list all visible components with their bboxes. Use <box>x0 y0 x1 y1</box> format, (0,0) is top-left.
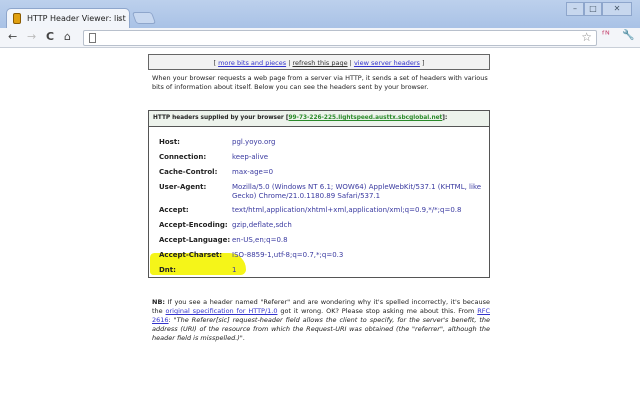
link-server-headers[interactable]: view server headers <box>354 59 420 67</box>
rfc-quote: "The Referer[sic] request-header field a… <box>152 316 490 342</box>
header-row: Accept-Language: en-US,en;q=0.8 <box>159 236 482 245</box>
nb-note: NB: If you see a header named "Referer" … <box>152 298 490 343</box>
header-value: keep-alive <box>232 153 269 161</box>
new-tab-button[interactable] <box>131 12 157 24</box>
header-row: User-Agent: Mozilla/5.0 (Windows NT 6.1; … <box>159 183 482 200</box>
header-value: ISO-8859-1,utf-8;q=0.7,*;q=0.3 <box>232 251 344 259</box>
forward-icon[interactable]: → <box>27 30 36 43</box>
link-refresh[interactable]: refresh this page <box>292 59 347 67</box>
header-name: Accept-Language: <box>159 236 231 244</box>
header-row: Host: pgl.yoyo.org <box>159 138 482 147</box>
minimize-button[interactable]: – <box>566 2 584 16</box>
links-bar: [ more bits and pieces | refresh this pa… <box>148 54 490 70</box>
page-icon <box>89 33 96 43</box>
title-bar: HTTP Header Viewer: list b × – □ ✕ <box>0 0 640 29</box>
back-icon[interactable]: ← <box>8 30 17 43</box>
header-name: Dnt: <box>159 266 176 274</box>
header-value: max-age=0 <box>232 168 274 176</box>
link-more-bits[interactable]: more bits and pieces <box>218 59 286 67</box>
header-value: gzip,deflate,sdch <box>232 221 292 229</box>
header-row: Cache-Control: max-age=0 <box>159 168 482 177</box>
tab-close-icon[interactable]: × <box>116 14 123 23</box>
separator: | <box>349 59 352 67</box>
header-value: Mozilla/5.0 (Windows NT 6.1; WOW64) Appl… <box>232 183 482 200</box>
nb-text: . <box>242 334 245 342</box>
link-http10-spec[interactable]: original specification for HTTP/1.0 <box>166 307 278 315</box>
client-host[interactable]: 99-73-226-225.lightspeed.austtx.sbcgloba… <box>288 115 442 121</box>
home-icon[interactable]: ⌂ <box>64 30 71 43</box>
header-name: User-Agent: <box>159 183 207 191</box>
header-name: Cache-Control: <box>159 168 218 176</box>
title-text: HTTP headers supplied by your browser <box>153 115 284 121</box>
header-value: en-US,en;q=0.8 <box>232 236 288 244</box>
address-bar[interactable]: ☆ <box>83 30 597 46</box>
tab-title: HTTP Header Viewer: list b <box>27 14 130 23</box>
extension-icon[interactable]: ᶠᴺ <box>602 30 610 41</box>
toolbar: ← → C ⌂ ☆ ᶠᴺ 🔧 <box>0 28 640 48</box>
headers-box: HTTP headers supplied by your browser [9… <box>148 110 490 278</box>
bracket: ]: <box>442 115 448 121</box>
header-name: Accept-Charset: <box>159 251 223 259</box>
header-value: text/html,application/xhtml+xml,applicat… <box>232 206 462 214</box>
header-name: Accept-Encoding: <box>159 221 228 229</box>
bookmark-star-icon[interactable]: ☆ <box>581 30 592 44</box>
maximize-button[interactable]: □ <box>584 2 602 16</box>
header-row: Connection: keep-alive <box>159 153 482 162</box>
tab-http-header-viewer[interactable]: HTTP Header Viewer: list b × <box>6 8 130 29</box>
wrench-icon[interactable]: 🔧 <box>622 30 634 41</box>
bracket: ] <box>421 59 425 67</box>
header-row: Accept-Charset: ISO-8859-1,utf-8;q=0.7,*;… <box>159 251 482 260</box>
close-window-button[interactable]: ✕ <box>602 2 632 16</box>
header-row: Accept-Encoding: gzip,deflate,sdch <box>159 221 482 230</box>
intro-text: When your browser requests a web page fr… <box>152 74 488 91</box>
header-value: 1 <box>232 266 237 274</box>
header-name: Host: <box>159 138 180 146</box>
bracket: [ <box>213 59 217 67</box>
header-name: Accept: <box>159 206 189 214</box>
header-row: Dnt: 1 <box>159 266 482 275</box>
headers-box-title: HTTP headers supplied by your browser [9… <box>149 111 489 127</box>
header-name: Connection: <box>159 153 207 161</box>
header-value: pgl.yoyo.org <box>232 138 276 146</box>
reload-icon[interactable]: C <box>46 30 54 43</box>
nb-text: got it wrong. OK? Please stop asking me … <box>277 307 478 315</box>
nb-label: NB: <box>152 298 165 306</box>
favicon-icon <box>13 13 21 24</box>
separator: | <box>288 59 291 67</box>
header-row: Accept: text/html,application/xhtml+xml,a… <box>159 206 482 215</box>
